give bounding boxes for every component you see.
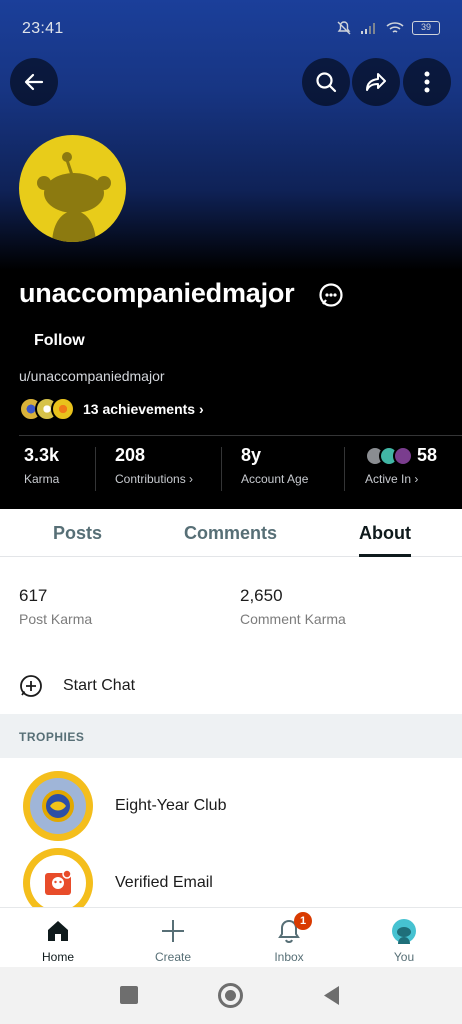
- inbox-badge: 1: [294, 912, 312, 930]
- nav-label: Inbox: [274, 950, 304, 964]
- more-vertical-icon: [424, 71, 430, 93]
- stat-karma[interactable]: 3.3k Karma: [24, 445, 59, 486]
- tab-comments[interactable]: Comments: [184, 523, 277, 544]
- post-karma-label: Post Karma: [19, 611, 93, 627]
- chat-icon[interactable]: [318, 282, 344, 308]
- comment-karma-label: Comment Karma: [240, 611, 346, 627]
- system-navigation-bar: [0, 967, 462, 1024]
- nav-create[interactable]: Create: [138, 916, 208, 964]
- active-tab-indicator: [359, 554, 411, 557]
- profile-page: 23:41 39 unaccompaniedmajor Follow u/una…: [0, 0, 462, 1024]
- status-bar: 23:41 39: [0, 0, 462, 58]
- comment-karma: 2,650 Comment Karma: [240, 586, 346, 627]
- comment-karma-value: 2,650: [240, 586, 283, 605]
- battery-icon: 39: [412, 21, 440, 35]
- eight-year-club-icon: [30, 778, 86, 834]
- stat-active-in[interactable]: 58 Active In ›: [365, 445, 437, 486]
- wifi-icon: [386, 22, 404, 33]
- tab-posts[interactable]: Posts: [53, 523, 102, 544]
- stat-value: 58: [417, 445, 438, 465]
- nav-label: Create: [154, 950, 192, 964]
- post-karma: 617 Post Karma: [19, 586, 92, 627]
- back-triangle-icon[interactable]: [322, 985, 340, 1006]
- signal-icon: [361, 23, 375, 34]
- mute-icon: [337, 21, 351, 35]
- follow-button[interactable]: Follow: [34, 332, 85, 350]
- profile-username: unaccompaniedmajor: [19, 278, 295, 308]
- achievements-link[interactable]: 13 achievements ›: [19, 397, 204, 421]
- trophy-badge: [23, 771, 93, 841]
- stat-label: Account Age: [241, 472, 309, 486]
- nav-create-icon-wrap: [138, 916, 208, 946]
- stat-contributions[interactable]: 208 Contributions ›: [115, 445, 193, 486]
- nav-inbox[interactable]: 1 Inbox: [254, 912, 324, 964]
- achievements-label: 13 achievements ›: [83, 401, 204, 417]
- user-handle: u/unaccompaniedmajor: [19, 368, 165, 384]
- trophy-label: Eight-Year Club: [115, 797, 227, 814]
- header-divider: [19, 435, 462, 436]
- plus-icon: [162, 920, 184, 942]
- home-icon: [48, 921, 68, 941]
- stat-account-age[interactable]: 8y Account Age: [241, 445, 308, 486]
- verified-email-icon: [30, 855, 86, 911]
- stat-value: 8y: [241, 445, 262, 465]
- search-icon: [316, 72, 337, 93]
- nav-label: Home: [41, 950, 74, 964]
- stat-separator: [95, 447, 96, 491]
- bottom-navigation: Home Create 1 Inbox You: [0, 907, 462, 967]
- status-time: 23:41: [22, 20, 64, 37]
- status-icons: 39: [336, 20, 440, 36]
- nav-home-icon-wrap: [23, 916, 93, 946]
- nav-inbox-icon-wrap: 1: [254, 912, 324, 946]
- community-icon: [393, 445, 413, 466]
- stat-separator: [344, 447, 345, 491]
- start-chat-label: Start Chat: [63, 677, 136, 694]
- achievement-badge-icon: [51, 397, 75, 421]
- nav-you-icon-wrap: [369, 916, 439, 946]
- profile-stats: 3.3k Karma 208 Contributions › 8y Accoun…: [0, 445, 462, 495]
- stat-label: Contributions ›: [115, 472, 194, 486]
- back-button[interactable]: [10, 58, 58, 106]
- stat-label: Active In ›: [365, 472, 419, 486]
- post-karma-value: 617: [19, 586, 48, 605]
- nav-you[interactable]: You: [369, 916, 439, 964]
- arrow-left-icon: [24, 73, 44, 91]
- search-button[interactable]: [302, 58, 350, 106]
- nav-home[interactable]: Home: [23, 916, 93, 964]
- stat-value: 3.3k: [24, 445, 60, 465]
- trophies-title: TROPHIES: [19, 730, 85, 744]
- avatar-icon: [392, 919, 416, 944]
- share-icon: [366, 73, 386, 91]
- home-system-button[interactable]: [218, 983, 243, 1008]
- more-options-button[interactable]: [403, 58, 451, 106]
- trophy-label: Verified Email: [115, 874, 213, 891]
- nav-label: You: [393, 950, 415, 964]
- add-chat-icon: [20, 675, 42, 697]
- share-button[interactable]: [352, 58, 400, 106]
- stat-separator: [221, 447, 222, 491]
- home-dot-icon: [225, 990, 236, 1001]
- snoo-avatar-icon: [37, 152, 111, 242]
- start-chat-button[interactable]: Start Chat: [19, 674, 135, 698]
- profile-tabs: Posts Comments About: [0, 509, 462, 557]
- recents-button[interactable]: [120, 986, 138, 1004]
- stat-value: 208: [115, 445, 146, 465]
- stat-label: Karma: [24, 472, 60, 486]
- trophies-header: TROPHIES: [0, 714, 462, 758]
- tab-about[interactable]: About: [359, 523, 411, 544]
- profile-avatar: [19, 135, 126, 242]
- battery-level: 39: [420, 22, 431, 32]
- profile-header: 23:41 39 unaccompaniedmajor Follow u/una…: [0, 0, 462, 512]
